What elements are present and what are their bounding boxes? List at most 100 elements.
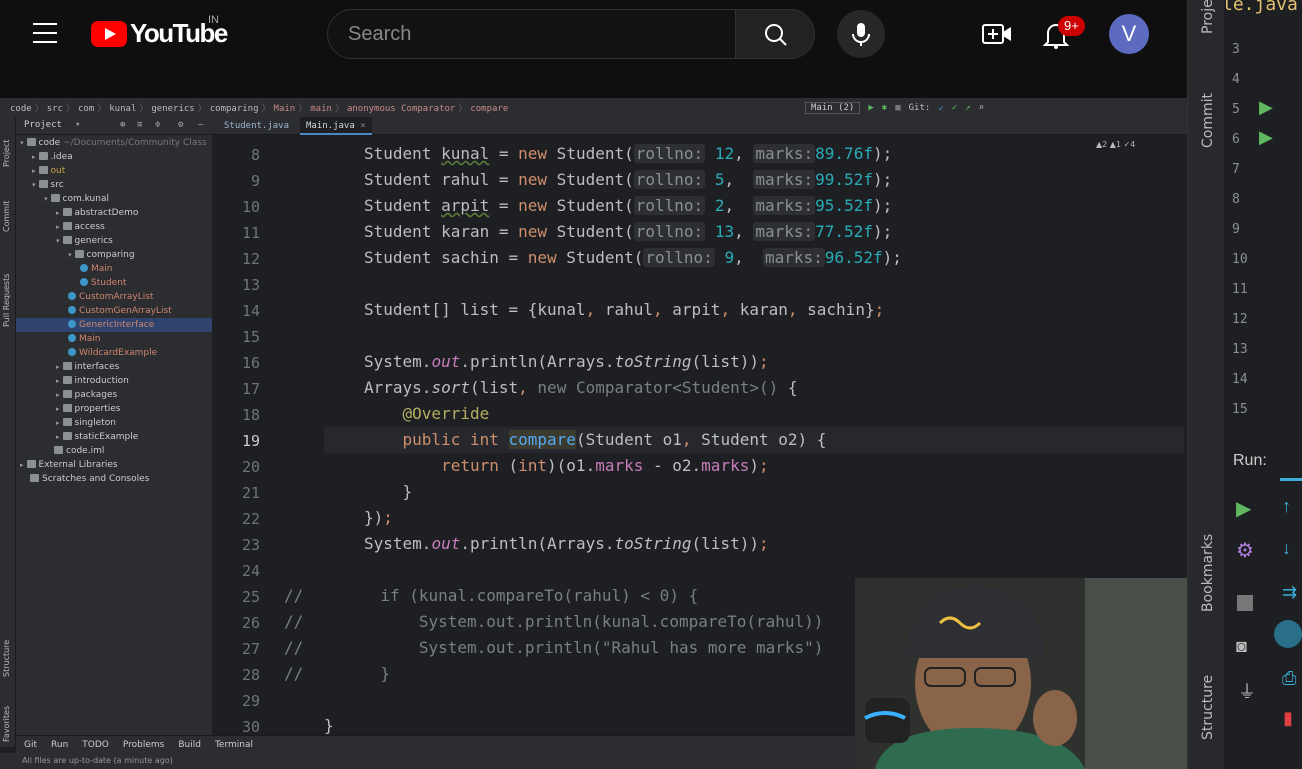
tree-item[interactable]: ▾ com.kunal: [16, 192, 109, 206]
breadcrumb-item[interactable]: code: [10, 104, 32, 114]
run-gutter-icon[interactable]: ▶: [1259, 97, 1273, 118]
tab-main-java[interactable]: Main.java ×: [300, 117, 372, 135]
chevron-icon[interactable]: ▸: [56, 223, 60, 231]
tree-item[interactable]: CustomArrayList: [16, 290, 153, 304]
breadcrumb-item[interactable]: com: [78, 104, 94, 114]
tool-tab-todo[interactable]: TODO: [82, 740, 109, 750]
stop-icon[interactable]: ■: [895, 103, 900, 113]
voice-search-button[interactable]: [837, 10, 885, 58]
tree-item[interactable]: ▸ packages: [16, 388, 117, 402]
breadcrumb-item[interactable]: kunal: [109, 104, 136, 114]
git-push-icon[interactable]: ↗: [965, 103, 970, 113]
plug-icon[interactable]: ⏚: [1238, 678, 1256, 704]
chevron-icon[interactable]: ▸: [56, 363, 60, 371]
camera-icon[interactable]: ◙: [1236, 636, 1247, 657]
chevron-icon[interactable]: ▾: [44, 195, 48, 203]
breadcrumb-item[interactable]: Main: [274, 104, 296, 114]
tree-item[interactable]: code.iml: [16, 444, 104, 458]
project-view-label[interactable]: Project: [24, 120, 62, 130]
chevron-icon[interactable]: ▾: [68, 251, 72, 259]
chevron-icon[interactable]: ▸: [56, 391, 60, 399]
tool-tab-git[interactable]: Git: [24, 740, 37, 750]
tree-item[interactable]: Main: [16, 332, 101, 346]
bookmarks-tool-tab[interactable]: Bookmarks: [1200, 534, 1216, 612]
tree-item[interactable]: Student: [16, 276, 126, 290]
tree-item[interactable]: ▾ generics: [16, 234, 113, 248]
tool-tab-run[interactable]: Run: [51, 740, 68, 750]
youtube-logo-icon[interactable]: [91, 21, 127, 47]
chevron-icon[interactable]: ▸: [56, 209, 60, 217]
tree-item[interactable]: ▾ code ~/Documents/Community Class: [16, 136, 207, 150]
breadcrumb-item[interactable]: anonymous Comparator: [347, 104, 455, 114]
close-icon[interactable]: ×: [360, 121, 365, 131]
tool-tab-terminal[interactable]: Terminal: [215, 740, 253, 750]
tree-item[interactable]: WildcardExample: [16, 346, 157, 360]
up-arrow-icon[interactable]: ↑: [1282, 496, 1291, 517]
tree-item[interactable]: ▸ introduction: [16, 374, 129, 388]
commit-tool-tab[interactable]: Commit: [1200, 93, 1216, 148]
minimize-icon[interactable]: —: [198, 120, 203, 130]
run-config-select[interactable]: Main (2): [805, 101, 861, 114]
chevron-down-icon[interactable]: ▾: [75, 120, 80, 130]
chevron-icon[interactable]: ▾: [56, 237, 60, 245]
tool-tab-build[interactable]: Build: [178, 740, 201, 750]
breadcrumb-item[interactable]: compare: [470, 104, 508, 114]
favorites-tool-tab[interactable]: Favorites: [2, 706, 11, 742]
tree-item[interactable]: ▾ src: [16, 178, 64, 192]
search-button[interactable]: [735, 9, 815, 59]
collapse-all-icon[interactable]: ≑: [155, 120, 160, 130]
run-icon[interactable]: ▶: [868, 103, 873, 113]
tool-tab-problems[interactable]: Problems: [123, 740, 164, 750]
structure-tool-tab[interactable]: Structure: [2, 640, 11, 677]
search-everywhere-icon[interactable]: ⌕: [979, 103, 984, 113]
commit-tool-tab[interactable]: Commit: [2, 201, 11, 232]
chevron-icon[interactable]: ▾: [32, 181, 36, 189]
chevron-icon[interactable]: ▸: [56, 377, 60, 385]
tree-item[interactable]: CustomGenArrayList: [16, 304, 172, 318]
chevron-icon[interactable]: ▸: [20, 461, 24, 469]
debug-icon[interactable]: ✱: [882, 103, 887, 113]
create-button[interactable]: [982, 22, 1012, 46]
tree-item[interactable]: ▸ out: [16, 164, 65, 178]
tab-student-java[interactable]: Student.java: [218, 117, 295, 135]
print-icon[interactable]: ⎙: [1282, 668, 1296, 689]
tree-item[interactable]: Scratches and Consoles: [16, 472, 149, 486]
tree-item[interactable]: ▸ External Libraries: [16, 458, 118, 472]
expand-all-icon[interactable]: ≡: [137, 120, 142, 130]
scroll-to-end-icon[interactable]: [1274, 620, 1302, 648]
chevron-icon[interactable]: ▸: [56, 405, 60, 413]
trash-icon[interactable]: ▮: [1283, 708, 1293, 729]
git-commit-icon[interactable]: ✓: [952, 103, 957, 113]
breadcrumb-item[interactable]: comparing: [210, 104, 259, 114]
chevron-icon[interactable]: ▸: [32, 153, 36, 161]
gear-icon[interactable]: ⚙: [178, 120, 183, 130]
breadcrumb-item[interactable]: generics: [151, 104, 194, 114]
stop-icon[interactable]: [1237, 595, 1253, 611]
tree-item[interactable]: ▸ staticExample: [16, 430, 138, 444]
soft-wrap-icon[interactable]: ⇉: [1282, 582, 1297, 603]
tree-item[interactable]: ▸ access: [16, 220, 105, 234]
breadcrumb-item[interactable]: main: [310, 104, 332, 114]
chevron-icon[interactable]: ▸: [32, 167, 36, 175]
search-input[interactable]: Search: [327, 9, 736, 59]
chevron-icon[interactable]: ▸: [56, 419, 60, 427]
structure-tool-tab[interactable]: Structure: [1200, 675, 1216, 740]
git-update-icon[interactable]: ↙: [938, 103, 943, 113]
breadcrumb-item[interactable]: src: [47, 104, 63, 114]
tree-item[interactable]: ▸ .idea: [16, 150, 73, 164]
down-arrow-icon[interactable]: ↓: [1282, 538, 1291, 559]
tree-item[interactable]: ▸ properties: [16, 402, 120, 416]
locate-icon[interactable]: ⊕: [120, 120, 125, 130]
chevron-icon[interactable]: ▸: [56, 433, 60, 441]
tree-item[interactable]: ▸ abstractDemo: [16, 206, 138, 220]
project-tool-tab[interactable]: Project: [2, 140, 11, 167]
rerun-icon[interactable]: ▶: [1236, 496, 1251, 521]
account-avatar[interactable]: V: [1109, 14, 1149, 54]
tree-item[interactable]: ▾ comparing: [16, 248, 135, 262]
chevron-icon[interactable]: ▾: [20, 139, 24, 147]
tree-item[interactable]: GenericInterface: [16, 318, 212, 332]
tree-item[interactable]: ▸ interfaces: [16, 360, 119, 374]
tree-item[interactable]: ▸ singleton: [16, 416, 116, 430]
project-tool-tab[interactable]: Project: [1200, 0, 1216, 34]
pull-requests-tool-tab[interactable]: Pull Requests: [2, 274, 11, 327]
